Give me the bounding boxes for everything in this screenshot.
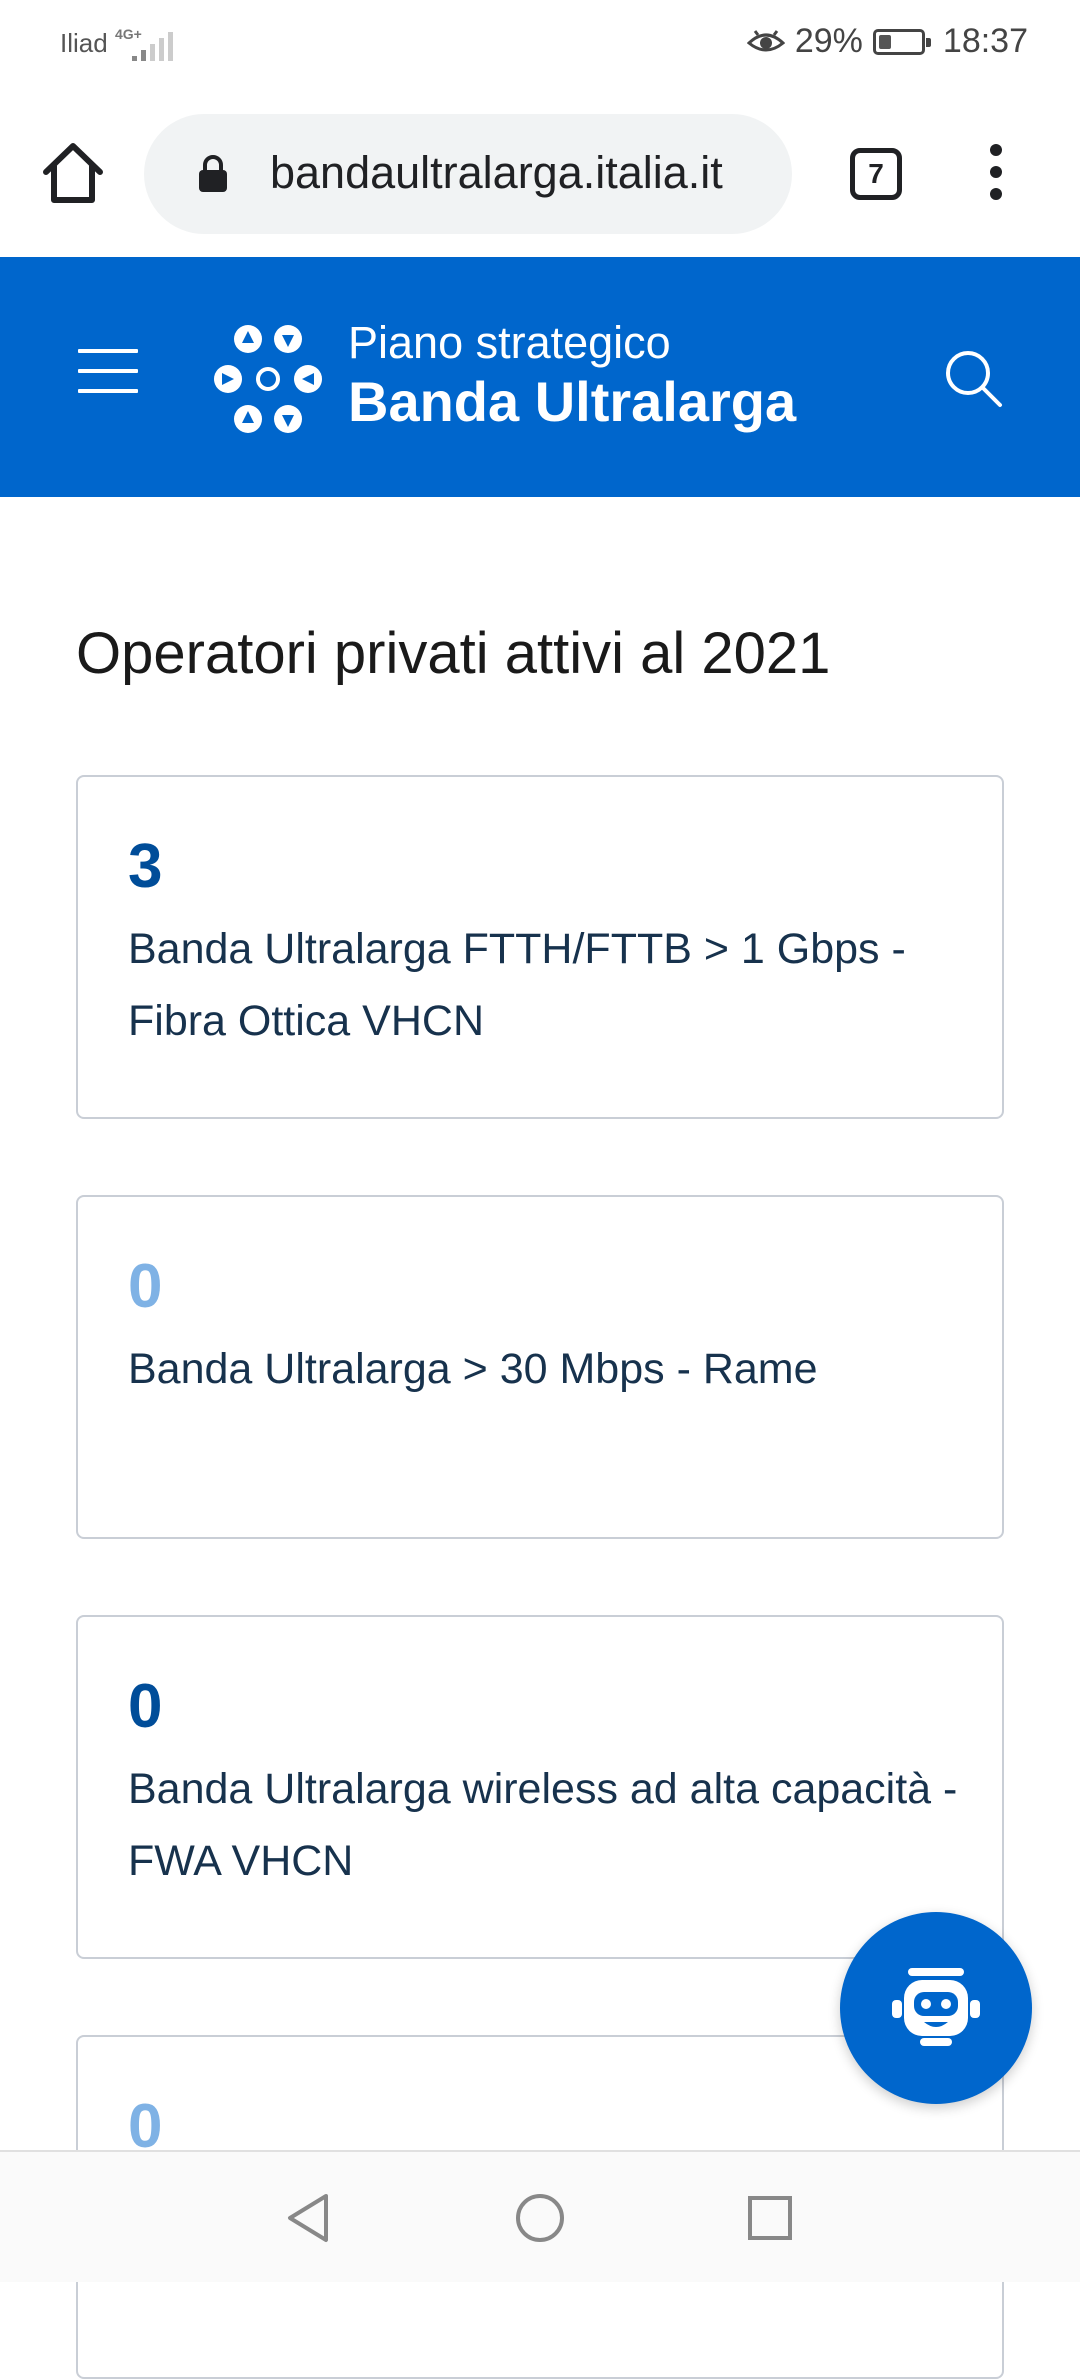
brand-subtitle: Piano strategico — [348, 317, 671, 368]
back-triangle-icon[interactable] — [282, 2190, 338, 2246]
search-icon[interactable] — [940, 345, 1006, 411]
battery-icon — [872, 28, 931, 55]
stat-card: 0 Banda Ultralarga > 30 Mbps - Rame — [76, 1195, 1004, 1539]
stat-label: Banda Ultralarga wireless ad alta capaci… — [128, 1765, 958, 1885]
eye-comfort-icon — [746, 29, 785, 51]
signal-icon — [132, 32, 173, 61]
stat-number: 0 — [128, 1252, 163, 1321]
stat-card: 0 Banda Ultralarga wireless ad alta capa… — [76, 1615, 1004, 1959]
home-icon[interactable] — [38, 138, 108, 208]
url-bar[interactable]: bandaultralarga.italia.it — [144, 114, 792, 234]
battery-percent: 29% — [794, 22, 863, 60]
more-options-icon[interactable] — [984, 144, 1008, 204]
recent-square-icon[interactable] — [742, 2190, 798, 2246]
hamburger-menu-icon[interactable] — [78, 349, 138, 393]
brand-title[interactable]: Banda Ultralarga — [348, 369, 796, 434]
section-title: Operatori privati attivi al 2021 — [76, 621, 831, 686]
stat-number: 3 — [128, 832, 163, 901]
site-header: Piano strategico Banda Ultralarga — [0, 257, 1080, 497]
url-text: bandaultralarga.italia.it — [270, 147, 723, 198]
site-logo[interactable] — [212, 323, 324, 435]
system-nav-bar — [0, 2150, 1080, 2282]
chatbot-icon — [892, 1968, 980, 2046]
clock: 18:37 — [942, 22, 1028, 60]
home-circle-icon[interactable] — [512, 2190, 568, 2246]
tab-switcher-button[interactable]: 7 — [850, 148, 902, 200]
lock-icon — [199, 155, 227, 192]
stat-label: Banda Ultralarga FTTH/FTTB > 1 Gbps - Fi… — [128, 925, 906, 1045]
stat-label: Banda Ultralarga > 30 Mbps - Rame — [128, 1345, 818, 1393]
stat-card: 3 Banda Ultralarga FTTH/FTTB > 1 Gbps - … — [76, 775, 1004, 1119]
browser-toolbar: bandaultralarga.italia.it 7 — [0, 92, 1080, 257]
chatbot-button[interactable] — [840, 1912, 1032, 2104]
status-bar: Iliad 4G+ 29% 18:37 — [0, 0, 1080, 92]
carrier-label: Iliad — [60, 28, 108, 58]
stat-number: 0 — [128, 1672, 163, 1741]
